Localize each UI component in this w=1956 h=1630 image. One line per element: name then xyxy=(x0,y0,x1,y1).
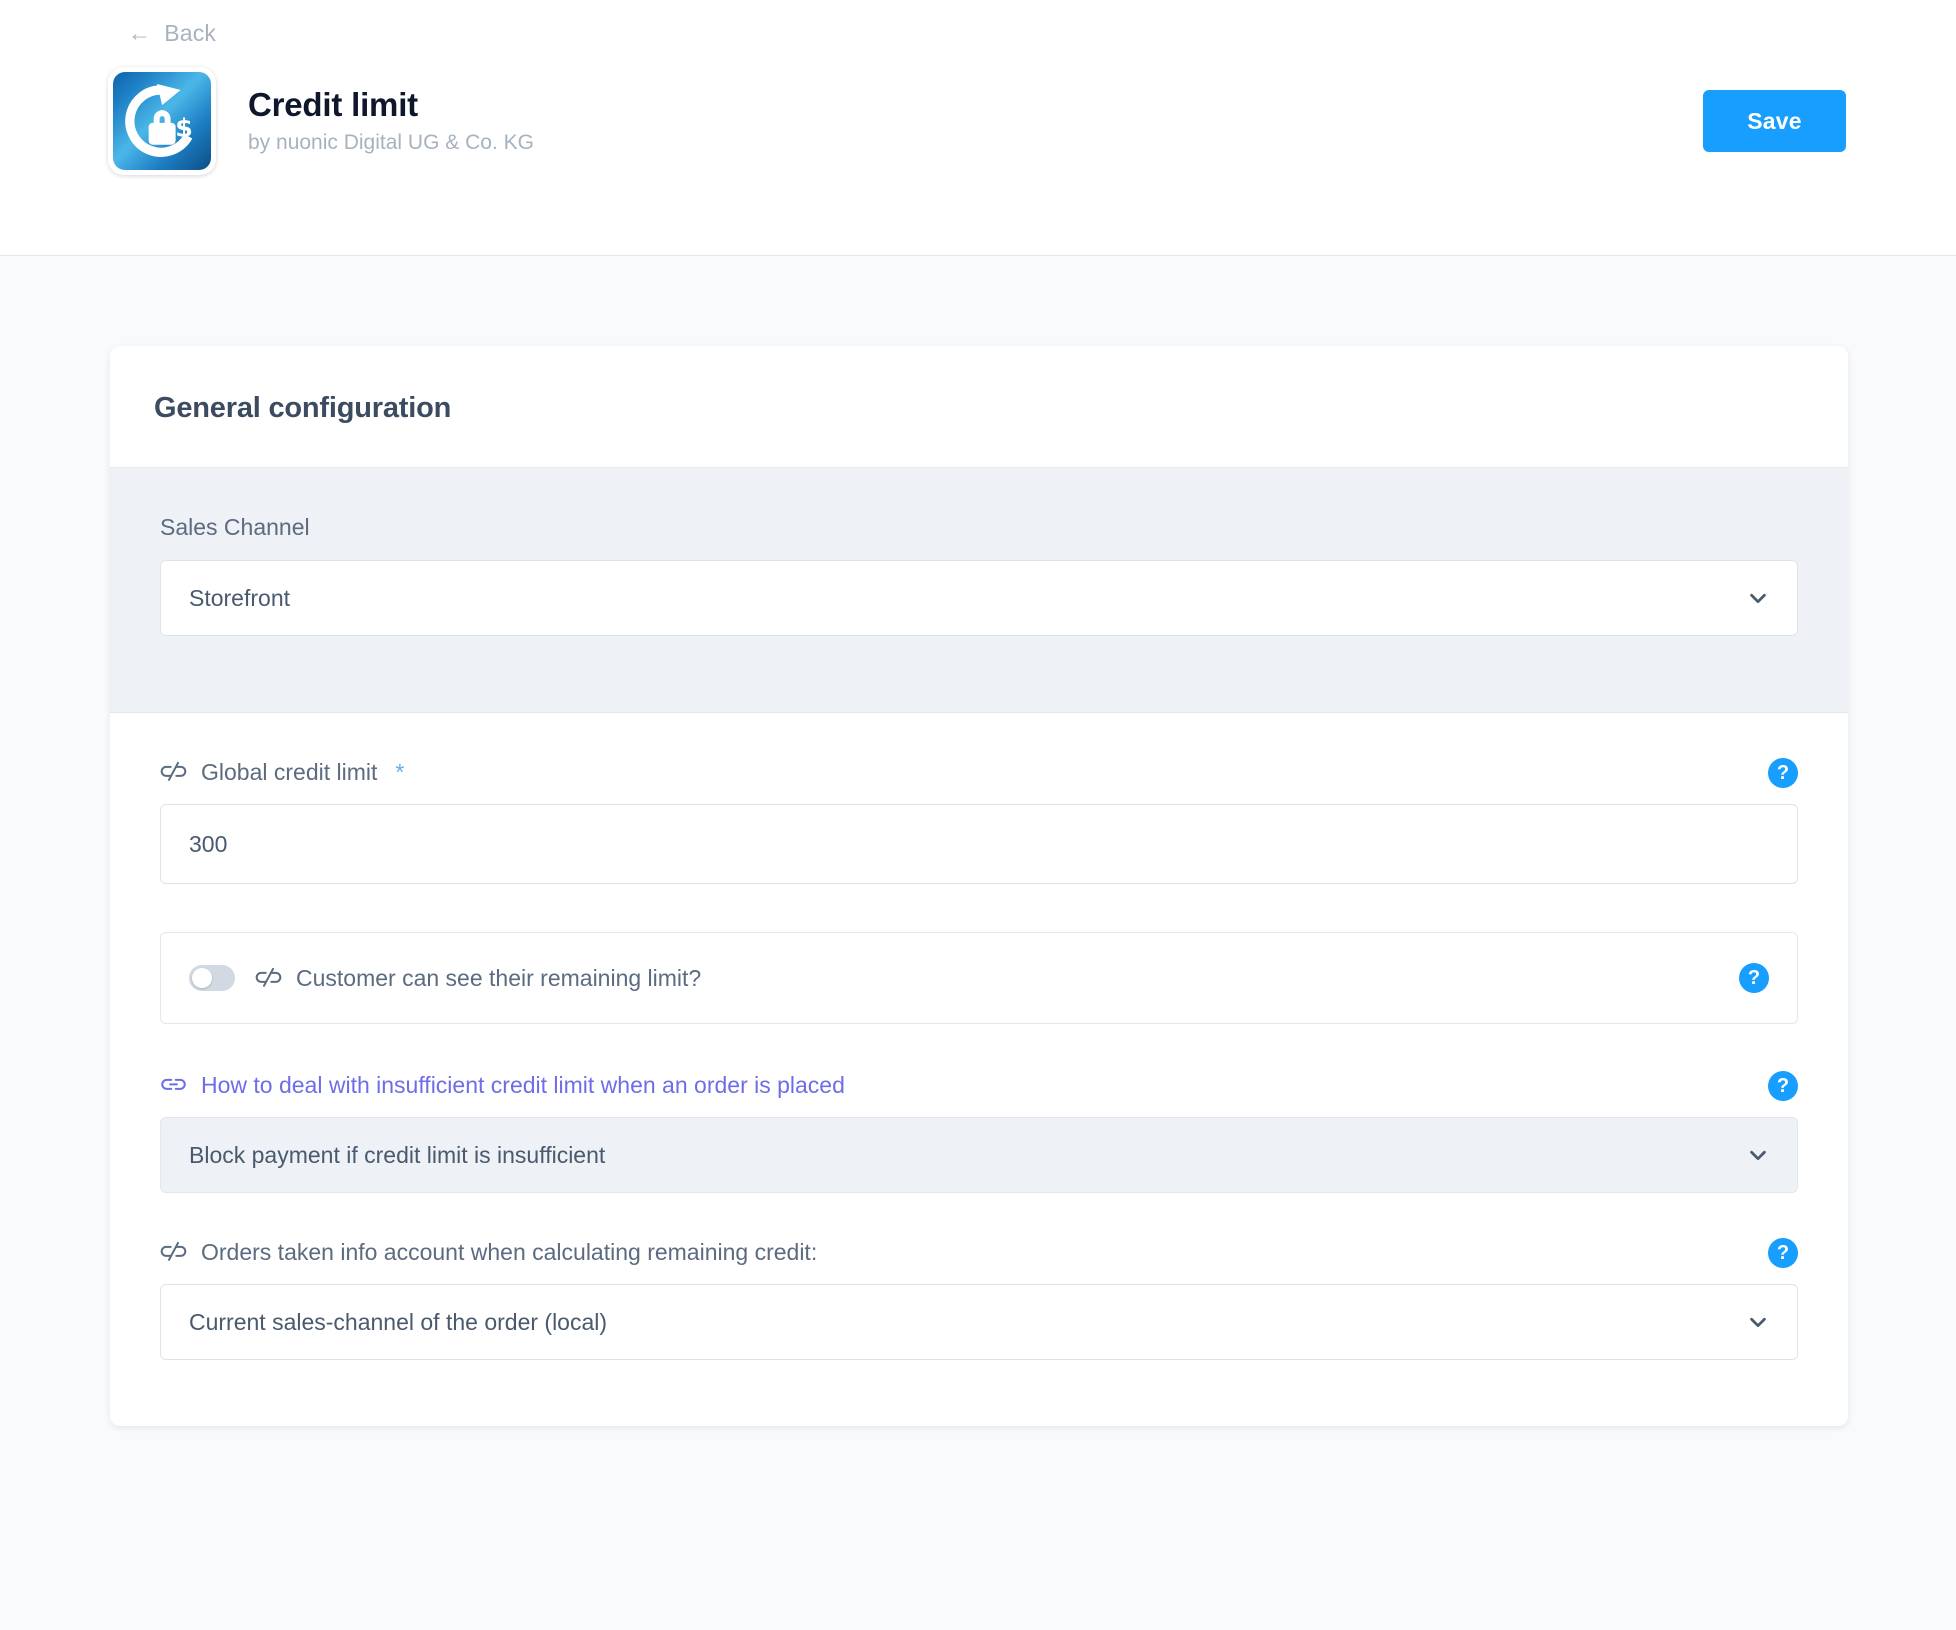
question-mark-icon[interactable]: ? xyxy=(1768,1070,1798,1101)
back-link[interactable]: ← Back xyxy=(128,20,216,47)
broken-link-icon xyxy=(160,759,187,786)
save-button[interactable]: Save xyxy=(1703,90,1846,152)
card-title: General configuration xyxy=(154,392,452,424)
chevron-down-icon xyxy=(1747,587,1769,609)
question-mark-icon[interactable]: ? xyxy=(1739,963,1769,993)
sales-channel-section: Sales Channel Storefront xyxy=(110,468,1848,713)
toggle-knob xyxy=(192,968,212,988)
svg-text:$: $ xyxy=(175,113,193,142)
orders-taken-value: Current sales-channel of the order (loca… xyxy=(189,1308,608,1335)
question-mark-icon[interactable]: ? xyxy=(1768,757,1798,788)
general-configuration-card: General configuration Sales Channel Stor… xyxy=(110,346,1848,1426)
orders-taken-label: Orders taken info account when calculati… xyxy=(201,1239,818,1265)
back-label: Back xyxy=(164,20,217,46)
customer-sees-limit-toggle[interactable] xyxy=(189,965,235,991)
global-credit-limit-label-row: Global credit limit * ? xyxy=(160,757,1798,788)
required-marker: * xyxy=(395,759,405,785)
card-header: General configuration xyxy=(110,346,1848,468)
insufficient-limit-label-row: How to deal with insufficient credit lim… xyxy=(160,1070,1798,1101)
page-title: Credit limit xyxy=(248,86,418,124)
insufficient-limit-block: How to deal with insufficient credit lim… xyxy=(160,1070,1798,1193)
sales-channel-select[interactable]: Storefront xyxy=(160,560,1798,636)
sales-channel-value: Storefront xyxy=(189,584,290,611)
chevron-down-icon xyxy=(1747,1311,1769,1333)
page-body: General configuration Sales Channel Stor… xyxy=(0,256,1956,1630)
page-header: ← Back $ Credit limit by nuonic Digital … xyxy=(0,0,1956,256)
broken-link-icon xyxy=(160,1239,187,1266)
broken-link-icon xyxy=(255,965,282,992)
global-credit-limit-input[interactable] xyxy=(160,804,1798,884)
insufficient-limit-value: Block payment if credit limit is insuffi… xyxy=(189,1141,606,1168)
insufficient-limit-select[interactable]: Block payment if credit limit is insuffi… xyxy=(160,1117,1798,1193)
app-icon-frame: $ xyxy=(108,67,216,175)
linked-chain-icon xyxy=(160,1072,187,1099)
arrow-left-icon: ← xyxy=(128,20,152,46)
app-identity-row: $ Credit limit by nuonic Digital UG & Co… xyxy=(0,47,1956,175)
orders-taken-select[interactable]: Current sales-channel of the order (loca… xyxy=(160,1284,1798,1360)
insufficient-limit-label: How to deal with insufficient credit lim… xyxy=(201,1072,845,1098)
configuration-fields-section: Global credit limit * ? Customer can se xyxy=(110,713,1848,1426)
chevron-down-icon xyxy=(1747,1144,1769,1166)
orders-taken-label-row: Orders taken info account when calculati… xyxy=(160,1237,1798,1268)
sales-channel-label: Sales Channel xyxy=(160,514,310,540)
back-row: ← Back xyxy=(0,0,1956,47)
global-credit-limit-label: Global credit limit xyxy=(201,759,378,785)
credit-limit-app-icon: $ xyxy=(113,72,211,170)
app-author: by nuonic Digital UG & Co. KG xyxy=(248,131,534,155)
app-text-block: Credit limit by nuonic Digital UG & Co. … xyxy=(248,86,534,155)
orders-taken-into-account-block: Orders taken info account when calculati… xyxy=(160,1237,1798,1360)
customer-sees-limit-row: Customer can see their remaining limit? … xyxy=(160,932,1798,1024)
customer-sees-limit-label: Customer can see their remaining limit? xyxy=(296,964,702,991)
question-mark-icon[interactable]: ? xyxy=(1768,1237,1798,1268)
